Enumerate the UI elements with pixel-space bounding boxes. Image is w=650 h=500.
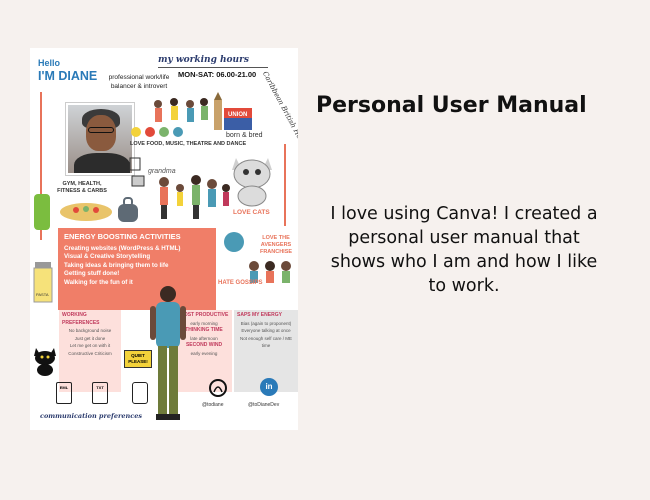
- family-illustration: [159, 175, 230, 219]
- heritage-label: Caribbean British Heritage: [260, 70, 298, 160]
- black-cat-illustration: [34, 348, 56, 376]
- communication-label: communication preferences: [40, 412, 143, 420]
- energy-activities: ENERGY BOOSTING ACTIVITIES Creating webs…: [58, 228, 216, 310]
- energy-item: Getting stuff done!: [64, 270, 120, 278]
- linkedin-handle: @toDianeDev: [248, 402, 280, 408]
- phone-icon: [132, 382, 148, 404]
- energy-item: Creating websites (WordPress & HTML): [64, 245, 181, 252]
- divider: [158, 67, 268, 68]
- poster-name: I'M DIANE: [38, 69, 98, 83]
- poster-tagline: professional work/life balancer & introv…: [108, 74, 170, 90]
- user-manual-poster: Hello I'M DIANE my working hours profess…: [30, 48, 298, 430]
- email-icon: EML: [56, 382, 72, 404]
- page-title: Personal User Manual: [316, 93, 587, 118]
- svg-text:UNION: UNION: [228, 112, 247, 118]
- page-description: I love using Canva! I created a personal…: [330, 204, 598, 296]
- energy-item: Visual & Creative Storytelling: [64, 253, 151, 261]
- linkedin-icon: in: [260, 378, 278, 396]
- poster-headline: my working hours: [158, 55, 249, 65]
- working-prefs-title: WORKING PREFERENCES: [62, 312, 100, 326]
- github-handle: @todiane: [202, 402, 224, 408]
- born-bred-label: born & bred: [226, 132, 263, 139]
- pref-item: No background noise: [68, 328, 112, 333]
- cat-illustration: [232, 158, 272, 207]
- pref-item: Constructive Criticism: [68, 350, 112, 356]
- saps-item: Bias (again to proponent): [240, 320, 292, 326]
- food-icons: [131, 127, 183, 137]
- gym-label: GYM, HEALTH, FITNESS & CARBS: [57, 181, 107, 194]
- text-file-icon: TXT: [92, 382, 108, 404]
- drink-icons: [129, 157, 145, 187]
- person-illustration: [150, 286, 186, 420]
- avengers-label: LOVE THE AVENGERS FRANCHISE: [259, 235, 293, 255]
- saps-item: Everyone talking at once: [241, 328, 291, 333]
- github-icon: [209, 379, 227, 397]
- energy-item: Taking ideas & bringing them to life: [64, 261, 169, 269]
- avengers-icon: [224, 232, 244, 252]
- pasta-jar-illustration: PASTA: [33, 262, 53, 303]
- poster-hello: Hello: [38, 58, 61, 68]
- gossips-label: HATE GOSSIPS: [218, 280, 263, 286]
- loves-label: LOVE FOOD, MUSIC, THEATRE AND DANCE: [130, 141, 247, 147]
- poster-hours: MON-SAT: 06.00-21.00: [178, 70, 257, 79]
- cats-label: LOVE CATS: [233, 209, 270, 216]
- pref-item: Just get it done: [74, 335, 106, 341]
- profile-photo: [66, 103, 134, 175]
- saps-title: SAPS MY ENERGY: [237, 312, 282, 318]
- energy-item: Walking for the fun of it: [64, 278, 133, 286]
- svg-text:PASTA: PASTA: [36, 292, 49, 297]
- energy-title: ENERGY BOOSTING ACTIVITIES: [64, 232, 181, 241]
- working-preferences: WORKING PREFERENCES No background noise …: [59, 310, 121, 392]
- saps-item: Not enough self care / ME time: [239, 335, 293, 349]
- gym-illustration: [34, 194, 138, 230]
- pref-item: Let me get on with it: [69, 343, 111, 348]
- accent-line: [284, 144, 286, 226]
